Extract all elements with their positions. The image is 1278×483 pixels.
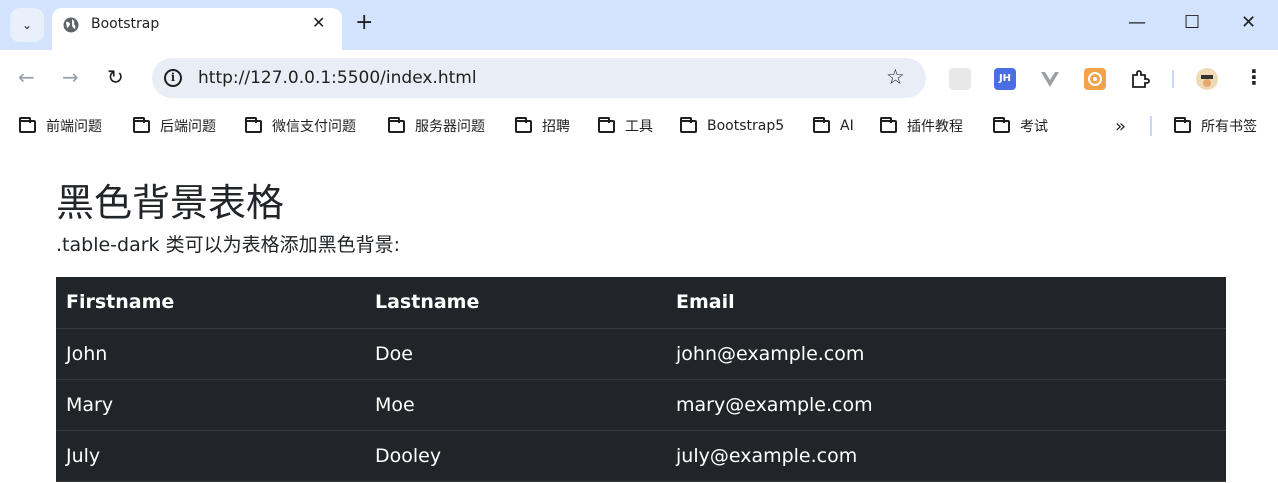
cell-firstname: July [56,430,365,482]
extension-orange-icon[interactable] [1084,68,1106,90]
cell-email: mary@example.com [666,379,1226,431]
cell-lastname: Doe [365,328,666,380]
forward-button[interactable]: → [62,64,79,90]
toolbar-divider [1172,70,1174,88]
bookmark-item[interactable]: 考试 [993,116,1048,136]
table-row: July Dooley july@example.com [56,430,1226,482]
bookmarks-overflow-icon[interactable]: » [1115,116,1126,137]
puzzle-icon[interactable] [1129,68,1151,90]
reload-icon: ↻ [107,65,124,89]
back-button[interactable]: ← [18,64,35,90]
arrow-left-icon: ← [18,65,35,89]
info-icon[interactable]: i [164,69,182,87]
bookmark-item[interactable]: 后端问题 [133,116,216,136]
maximize-button[interactable]: ☐ [1184,12,1200,34]
tab-close-icon[interactable]: ✕ [312,13,325,32]
cell-firstname: Mary [56,379,365,431]
bookmarks-bar: 前端问题 后端问题 微信支付问题 服务器问题 招聘 工具 Bootstrap5 … [0,106,1278,146]
avatar[interactable] [1196,68,1218,90]
folder-icon [515,116,532,133]
bookmark-item[interactable]: Bootstrap5 [680,116,784,136]
bookmark-item[interactable]: 微信支付问题 [245,116,356,136]
bookmark-item[interactable]: 工具 [598,116,653,136]
folder-icon [680,116,697,133]
page-title: 黑色背景表格 [56,181,285,225]
dark-table: Firstname Lastname Email John Doe john@e… [56,277,1226,482]
minimize-button[interactable]: — [1128,12,1146,34]
column-header-email: Email [666,277,1226,329]
arrow-right-icon: → [62,65,79,89]
all-bookmarks[interactable]: 所有书签 [1174,116,1257,136]
folder-icon [598,116,615,133]
folder-icon [388,116,405,133]
vue-devtools-icon[interactable] [1039,68,1061,90]
chevron-down-icon: ⌄ [21,18,33,32]
bookmark-item[interactable]: 前端问题 [19,116,102,136]
browser-titlebar: ⌄ Bootstrap ✕ + — ☐ ✕ [0,0,1278,50]
cell-firstname: John [56,328,365,380]
reload-button[interactable]: ↻ [107,64,124,90]
folder-icon [19,116,36,133]
bookmark-item[interactable]: 服务器问题 [388,116,485,136]
table-row: Mary Moe mary@example.com [56,379,1226,431]
tab-bootstrap[interactable]: Bootstrap ✕ [52,8,342,50]
bookmark-item[interactable]: AI [813,116,854,136]
page-content: 黑色背景表格 .table-dark 类可以为表格添加黑色背景: Firstna… [0,146,1278,483]
page-description: .table-dark 类可以为表格添加黑色背景: [56,234,400,256]
folder-icon [1174,116,1191,133]
folder-icon [880,116,897,133]
folder-icon [993,116,1010,133]
folder-icon [245,116,262,133]
extension-icon-1[interactable] [949,68,971,90]
close-window-button[interactable]: ✕ [1241,12,1256,34]
bookmark-item[interactable]: 插件教程 [880,116,963,136]
tab-search-button[interactable]: ⌄ [10,8,44,42]
more-vertical-icon[interactable]: ⋮ [1244,64,1264,90]
table-header-row: Firstname Lastname Email [56,277,1226,329]
column-header-firstname: Firstname [56,277,365,329]
cell-email: july@example.com [666,430,1226,482]
folder-icon [813,116,830,133]
bookmarks-divider [1150,116,1152,136]
star-icon[interactable]: ☆ [886,65,905,89]
cell-lastname: Moe [365,379,666,431]
bookmark-item[interactable]: 招聘 [515,116,570,136]
cell-lastname: Dooley [365,430,666,482]
tab-title: Bootstrap [91,16,160,32]
cell-email: john@example.com [666,328,1226,380]
folder-icon [133,116,150,133]
browser-toolbar: ← → ↻ i http://127.0.0.1:5500/index.html… [0,50,1278,106]
address-bar[interactable]: i http://127.0.0.1:5500/index.html ☆ [152,58,926,98]
globe-icon [63,17,79,33]
extension-jh-icon[interactable]: JH [994,68,1016,90]
column-header-lastname: Lastname [365,277,666,329]
table-row: John Doe john@example.com [56,328,1226,380]
url-text[interactable]: http://127.0.0.1:5500/index.html [198,68,477,88]
new-tab-button[interactable]: + [355,12,373,34]
